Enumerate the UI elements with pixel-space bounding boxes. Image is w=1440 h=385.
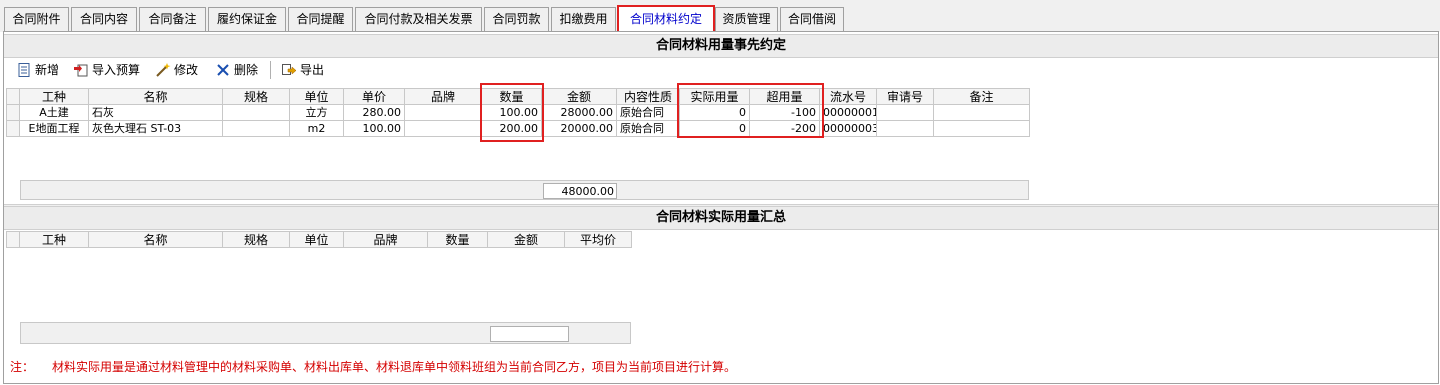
cell-remark[interactable] — [933, 104, 1030, 121]
cell-brand[interactable] — [404, 104, 482, 121]
column-header[interactable]: 名称 — [88, 88, 223, 105]
cell-apply-no[interactable] — [876, 104, 934, 121]
column-header[interactable]: 单位 — [289, 231, 344, 248]
cell-nature[interactable]: 原始合同 — [616, 120, 680, 137]
cell-trade[interactable]: E地面工程 — [19, 120, 89, 137]
column-header[interactable]: 实际用量 — [679, 88, 750, 105]
cell-serial[interactable]: 00000003 — [819, 120, 877, 137]
export-button[interactable]: 导出 — [281, 59, 324, 81]
row-header[interactable] — [6, 120, 20, 137]
cell-brand[interactable] — [404, 120, 482, 137]
delete-button-label: 删除 — [234, 63, 259, 77]
cell-name[interactable]: 石灰 — [88, 104, 223, 121]
column-header[interactable]: 流水号 — [819, 88, 877, 105]
footnote-text: 材料实际用量是通过材料管理中的材料采购单、材料出库单、材料退库单中领料班组为当前… — [52, 360, 737, 374]
cell-amount[interactable]: 20000.00 — [541, 120, 617, 137]
tab-qualification[interactable]: 资质管理 — [715, 7, 778, 31]
column-header[interactable]: 工种 — [19, 231, 89, 248]
section-title-planned: 合同材料用量事先约定 — [4, 34, 1438, 58]
column-header[interactable]: 工种 — [19, 88, 89, 105]
table-header-row: 工种 名称 规格 单位 品牌 数量 金额 平均价 — [6, 231, 632, 248]
tab-payments-invoices[interactable]: 合同付款及相关发票 — [355, 7, 482, 31]
cell-price[interactable]: 100.00 — [343, 120, 405, 137]
planned-materials-table: 工种 名称 规格 单位 单价 品牌 数量 金额 内容性质 实际用量 超用量 流水… — [6, 88, 1030, 137]
new-button[interactable]: 新增 — [16, 59, 59, 81]
table-row[interactable]: E地面工程 灰色大理石 ST-03 m2 100.00 200.00 20000… — [6, 120, 1030, 137]
cell-quantity[interactable]: 200.00 — [481, 120, 542, 137]
import-icon — [73, 62, 89, 78]
cell-actual-usage[interactable]: 0 — [679, 104, 750, 121]
cell-over-usage[interactable]: -200 — [749, 120, 820, 137]
tab-material-agreement[interactable]: 合同材料约定 — [617, 5, 715, 32]
cell-actual-usage[interactable]: 0 — [679, 120, 750, 137]
column-header[interactable]: 数量 — [427, 231, 488, 248]
new-button-label: 新增 — [35, 63, 60, 77]
cell-apply-no[interactable] — [876, 120, 934, 137]
table-header-row: 工种 名称 规格 单位 单价 品牌 数量 金额 内容性质 实际用量 超用量 流水… — [6, 88, 1030, 105]
row-header-corner — [6, 231, 20, 248]
export-button-label: 导出 — [300, 63, 325, 77]
row-header[interactable] — [6, 104, 20, 121]
actual-materials-table: 工种 名称 规格 单位 品牌 数量 金额 平均价 — [6, 231, 632, 248]
toolbar-separator — [270, 61, 271, 79]
document-icon — [16, 62, 32, 78]
cell-remark[interactable] — [933, 120, 1030, 137]
import-budget-button[interactable]: 导入预算 — [73, 59, 140, 81]
delete-x-icon — [215, 62, 231, 78]
column-header[interactable]: 金额 — [487, 231, 565, 248]
cell-over-usage[interactable]: -100 — [749, 104, 820, 121]
column-header[interactable]: 单位 — [289, 88, 344, 105]
row-header-corner — [6, 88, 20, 105]
cell-amount[interactable]: 28000.00 — [541, 104, 617, 121]
cell-quantity[interactable]: 100.00 — [481, 104, 542, 121]
totals-bar-actual — [20, 322, 631, 344]
import-budget-label: 导入预算 — [92, 63, 141, 77]
cell-nature[interactable]: 原始合同 — [616, 104, 680, 121]
tab-contract-attachments[interactable]: 合同附件 — [4, 7, 69, 31]
cell-spec[interactable] — [222, 104, 290, 121]
column-header[interactable]: 品牌 — [343, 231, 428, 248]
tab-bar: 合同附件 合同内容 合同备注 履约保证金 合同提醒 合同付款及相关发票 合同罚款… — [0, 0, 1440, 32]
table-row[interactable]: A土建 石灰 立方 280.00 100.00 28000.00 原始合同 0 … — [6, 104, 1030, 121]
cell-unit[interactable]: m2 — [289, 120, 344, 137]
column-header[interactable]: 数量 — [481, 88, 542, 105]
cell-spec[interactable] — [222, 120, 290, 137]
section-title-actual: 合同材料实际用量汇总 — [4, 206, 1438, 230]
cell-unit[interactable]: 立方 — [289, 104, 344, 121]
cell-price[interactable]: 280.00 — [343, 104, 405, 121]
edit-button[interactable]: 修改 — [155, 59, 198, 81]
column-header[interactable]: 备注 — [933, 88, 1030, 105]
column-header[interactable]: 平均价 — [564, 231, 632, 248]
edit-button-label: 修改 — [174, 63, 199, 77]
export-icon — [281, 62, 297, 78]
tab-deductions[interactable]: 扣缴费用 — [551, 7, 616, 31]
tab-contract-content[interactable]: 合同内容 — [71, 7, 137, 31]
wand-icon — [155, 62, 171, 78]
column-header[interactable]: 超用量 — [749, 88, 820, 105]
tab-contract-reminder[interactable]: 合同提醒 — [288, 7, 353, 31]
footnote-label: 注： — [10, 360, 35, 374]
column-header[interactable]: 名称 — [88, 231, 223, 248]
cell-serial[interactable]: 00000001 — [819, 104, 877, 121]
total-amount: 48000.00 — [543, 183, 617, 199]
column-header[interactable]: 规格 — [222, 88, 290, 105]
total-amount-actual — [490, 326, 569, 342]
column-header[interactable]: 单价 — [343, 88, 405, 105]
column-header[interactable]: 审请号 — [876, 88, 934, 105]
totals-bar: 48000.00 — [20, 180, 1029, 200]
tab-performance-bond[interactable]: 履约保证金 — [208, 7, 286, 31]
tab-contract-remarks[interactable]: 合同备注 — [139, 7, 206, 31]
column-header[interactable]: 品牌 — [404, 88, 482, 105]
footnote: 注： 材料实际用量是通过材料管理中的材料采购单、材料出库单、材料退库单中领料班组为… — [10, 358, 736, 375]
column-header[interactable]: 规格 — [222, 231, 290, 248]
delete-button[interactable]: 删除 — [215, 59, 258, 81]
tab-contract-borrow[interactable]: 合同借阅 — [780, 7, 844, 31]
tab-contract-penalty[interactable]: 合同罚款 — [484, 7, 549, 31]
cell-name[interactable]: 灰色大理石 ST-03 — [88, 120, 223, 137]
column-header[interactable]: 内容性质 — [616, 88, 680, 105]
cell-trade[interactable]: A土建 — [19, 104, 89, 121]
tab-content-pane: 合同材料用量事先约定 新增 导入预算 修改 删除 导出 工种 名称 规格 单位 … — [3, 31, 1439, 384]
column-header[interactable]: 金额 — [541, 88, 617, 105]
